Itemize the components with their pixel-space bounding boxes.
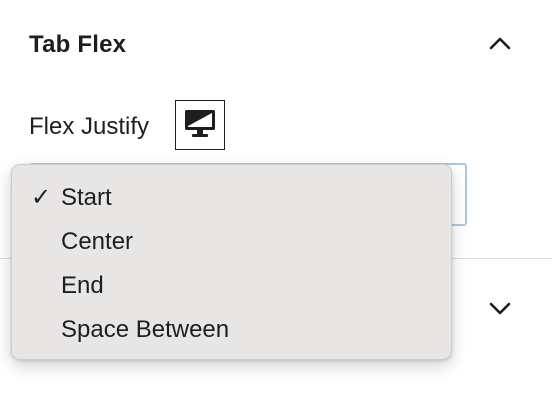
option-label: Space Between xyxy=(61,316,230,343)
checkmark-icon: ✓ xyxy=(30,184,52,211)
device-toggle-button[interactable] xyxy=(175,100,225,150)
dropdown-option-space-between[interactable]: Space Between xyxy=(12,310,453,350)
option-label: Start xyxy=(61,184,112,211)
dropdown-option-center[interactable]: Center xyxy=(12,222,453,262)
desktop-monitor-icon xyxy=(185,110,215,137)
option-label: Center xyxy=(61,228,134,255)
inspector-panel: Tab Flex Flex Justify ✓ Start Center End… xyxy=(0,0,552,400)
dropdown-option-end[interactable]: End xyxy=(12,266,453,306)
panel-title: Tab Flex xyxy=(29,31,127,58)
option-label: End xyxy=(61,272,104,299)
dropdown-option-start[interactable]: ✓ Start xyxy=(12,178,453,218)
chevron-up-icon[interactable] xyxy=(486,30,514,58)
chevron-down-icon[interactable] xyxy=(486,294,514,322)
flex-justify-dropdown-menu: ✓ Start Center End Space Between xyxy=(11,164,452,360)
flex-justify-label: Flex Justify xyxy=(29,113,150,140)
panel-header-tab-flex[interactable]: Tab Flex xyxy=(0,0,552,90)
